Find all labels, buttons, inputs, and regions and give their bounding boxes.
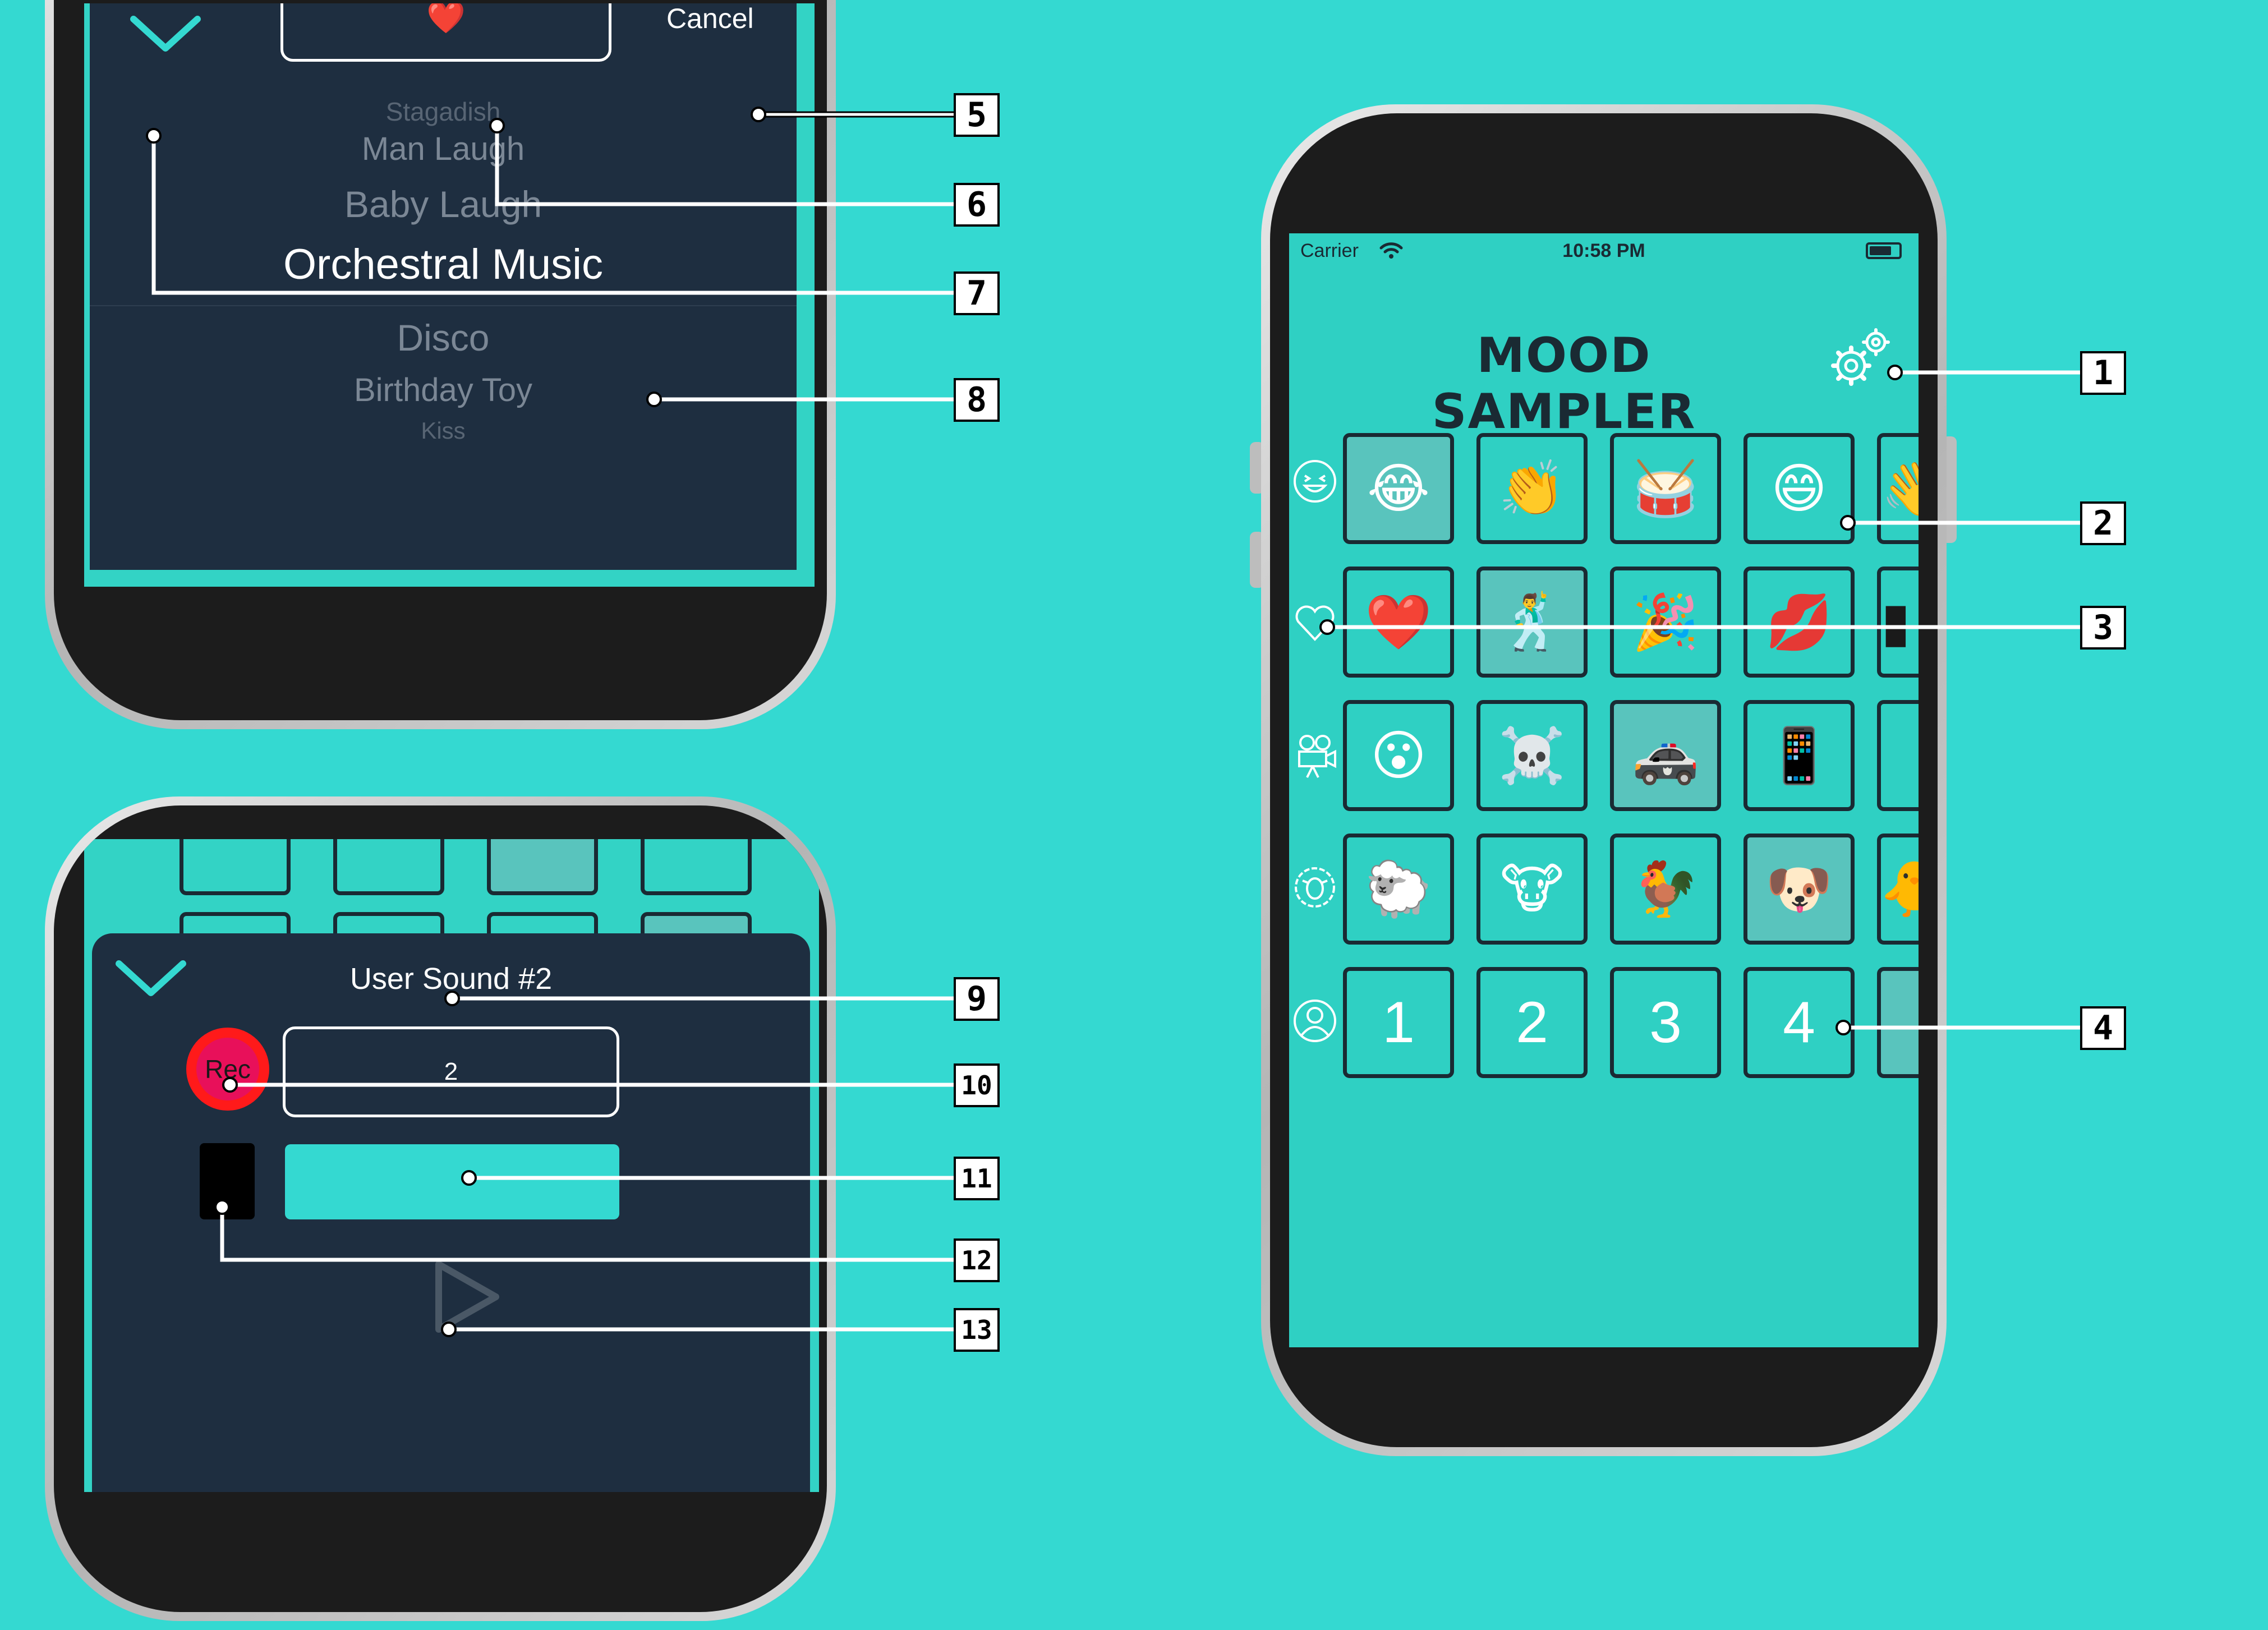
callout-dot (222, 1077, 238, 1093)
callout-number: 10 (954, 1063, 1000, 1107)
callout-dot (444, 991, 460, 1006)
callout-number: 11 (954, 1157, 1000, 1200)
callout-number: 9 (954, 977, 1000, 1021)
callout-dot (461, 1170, 477, 1186)
callout-dot (1887, 365, 1903, 380)
callout-dot (646, 392, 662, 407)
callout-number: 6 (954, 183, 1000, 227)
callout-dot (1840, 515, 1856, 531)
callout-number: 5 (954, 93, 1000, 137)
callout-dot (1319, 619, 1335, 635)
callout-number: 13 (954, 1308, 1000, 1352)
callout-number: 1 (2080, 351, 2126, 395)
callout-dot (489, 118, 505, 133)
callout-number: 7 (954, 271, 1000, 315)
callout-dot (214, 1199, 230, 1215)
callout-number: 2 (2080, 501, 2126, 545)
callout-number: 4 (2080, 1006, 2126, 1050)
callout-number: 12 (954, 1238, 1000, 1282)
callout-dot (146, 128, 162, 144)
callout-dot (441, 1322, 457, 1337)
callout-number: 3 (2080, 606, 2126, 650)
callout-lines (151, 111, 2080, 1332)
callout-number: 8 (954, 378, 1000, 422)
callout-dot (1835, 1020, 1851, 1035)
callout-dot (751, 107, 766, 122)
